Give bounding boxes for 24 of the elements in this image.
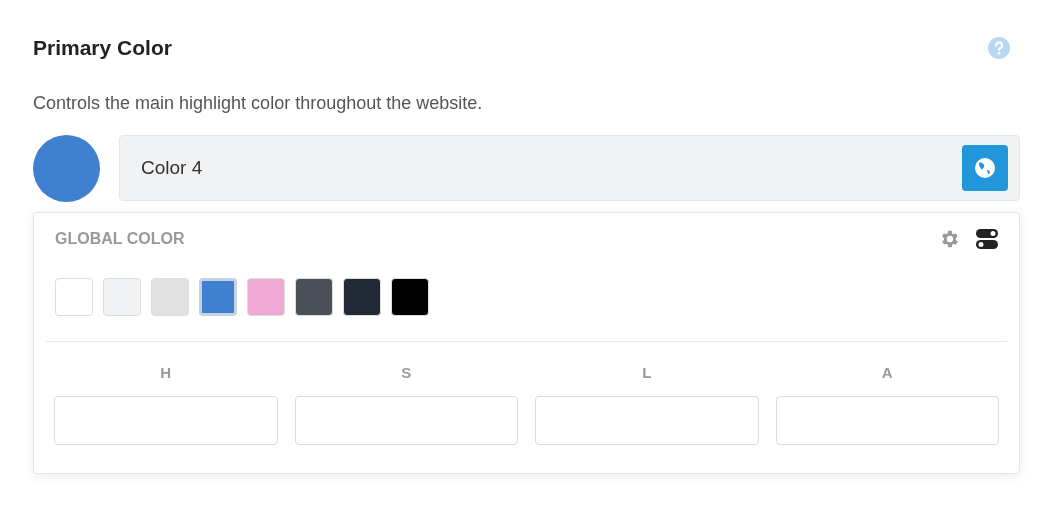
channel-input[interactable] <box>294 396 518 445</box>
channel-label: L <box>642 362 652 383</box>
channel-label: A <box>881 362 893 383</box>
color-swatch[interactable] <box>199 277 237 316</box>
channel-input[interactable] <box>775 396 999 445</box>
channel-label: H <box>160 362 172 383</box>
channel-input[interactable] <box>535 396 759 445</box>
description: Controls the main highlight color throughout the website. <box>33 91 484 115</box>
color-swatch[interactable] <box>391 277 429 316</box>
global-color-button[interactable] <box>962 145 1008 191</box>
color-field[interactable]: Color 4 <box>119 135 1020 201</box>
globe-icon <box>975 158 995 178</box>
toggle-icon[interactable] <box>976 227 998 250</box>
color-swatch[interactable] <box>295 277 333 316</box>
help-icon[interactable] <box>988 36 1010 59</box>
color-swatch[interactable] <box>247 277 285 316</box>
section-title: Primary Color <box>33 35 172 61</box>
color-swatch[interactable] <box>55 277 93 316</box>
panel-heading: GLOBAL COLOR <box>55 228 185 249</box>
channel-label: S <box>401 362 412 383</box>
color-swatch[interactable] <box>343 277 381 316</box>
channel-input[interactable] <box>54 396 278 445</box>
color-swatch[interactable] <box>151 277 189 316</box>
color-swatch[interactable] <box>103 277 141 316</box>
